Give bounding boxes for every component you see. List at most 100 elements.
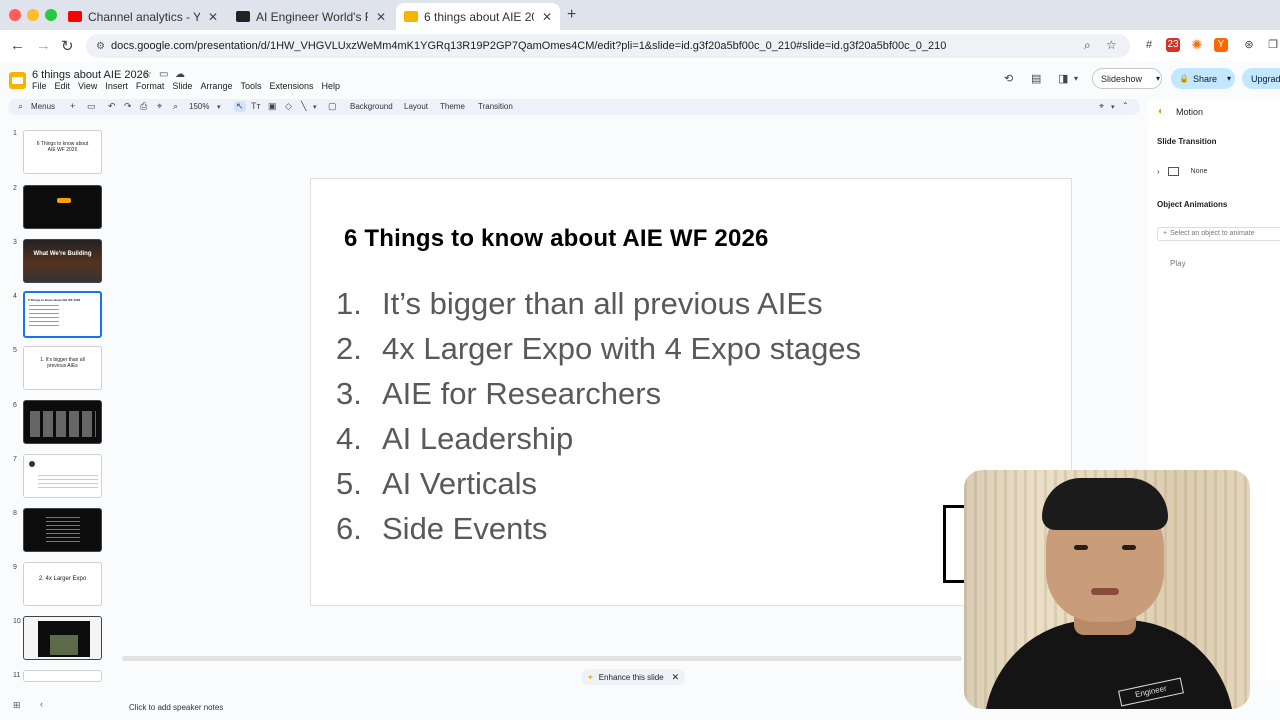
url-bar[interactable]: ⚙ docs.google.com/presentation/d/1HW_VHG… — [86, 34, 1130, 58]
play-button[interactable]: Play — [1170, 259, 1186, 268]
share-button[interactable]: 🔒 Share ▾ — [1171, 68, 1235, 89]
horizontal-scrollbar[interactable] — [122, 656, 962, 661]
version-history-icon[interactable]: ⟲ — [1004, 72, 1013, 85]
slide-thumbnail-11[interactable] — [23, 670, 102, 682]
menu-insert[interactable]: Insert — [105, 81, 128, 91]
list-item: 4. AI Leadership — [336, 421, 574, 456]
speaker-notes-field[interactable]: Click to add speaker notes — [129, 703, 223, 712]
menu-extensions[interactable]: Extensions — [269, 81, 313, 91]
chevron-right-icon[interactable]: › — [1157, 167, 1160, 176]
tab-close-icon[interactable]: ✕ — [542, 10, 552, 24]
menu-file[interactable]: File — [32, 81, 47, 91]
new-slide-icon[interactable]: + — [70, 101, 75, 111]
menu-edit[interactable]: Edit — [55, 81, 71, 91]
slide-thumbnail-7[interactable] — [23, 454, 102, 498]
collapse-filmstrip-icon[interactable]: ‹ — [40, 699, 43, 709]
image-icon[interactable]: ▣ — [268, 101, 277, 112]
collapse-menu-icon[interactable]: ⌃ — [1122, 101, 1129, 110]
slide-title[interactable]: 6 Things to know about AIE WF 2026 — [344, 225, 769, 253]
zoom-icon[interactable]: ⌕ — [173, 101, 178, 112]
google-slides-logo-icon[interactable] — [9, 72, 26, 89]
menu-tools[interactable]: Tools — [240, 81, 261, 91]
upgrade-button[interactable]: Upgrade — [1242, 68, 1280, 89]
print-icon[interactable]: ⎙ — [140, 101, 147, 112]
transition-button[interactable]: Transition — [478, 102, 513, 111]
theme-button[interactable]: Theme — [440, 102, 465, 111]
line-icon[interactable]: ╲ — [301, 101, 306, 112]
tab-youtube-analytics[interactable]: Channel analytics - YouTube Studio ✕ — [60, 3, 226, 30]
site-settings-icon[interactable]: ⚙ — [96, 41, 105, 52]
close-icon[interactable]: ✕ — [672, 672, 680, 683]
list-item: 6. Side Events — [336, 511, 548, 546]
maximize-window-button[interactable] — [45, 9, 57, 21]
redo-icon[interactable]: ↷ — [124, 101, 132, 112]
select-object-field[interactable]: + Select an object to animate — [1157, 227, 1280, 241]
meet-video-icon[interactable]: ◨ — [1058, 72, 1068, 85]
slideshow-button[interactable]: Slideshow ▾ — [1092, 68, 1162, 89]
webcam-person-mouth — [1091, 588, 1119, 595]
hashtag-extension-icon[interactable]: # — [1142, 38, 1156, 52]
bookmark-star-icon[interactable]: ☆ — [1106, 38, 1117, 52]
menu-arrange[interactable]: Arrange — [200, 81, 232, 91]
layout-button[interactable]: Layout — [404, 102, 428, 111]
tab-close-icon[interactable]: ✕ — [376, 10, 386, 24]
paint-format-icon[interactable]: ⌖ — [157, 101, 162, 112]
chevron-down-icon[interactable]: ▾ — [217, 103, 221, 111]
menu-help[interactable]: Help — [322, 81, 341, 91]
slide-thumbnail-8[interactable] — [23, 508, 102, 552]
openai-extension-icon[interactable]: ⊛ — [1242, 38, 1256, 52]
enhance-slide-chip[interactable]: ✦ Enhance this slide ✕ — [581, 669, 685, 685]
tab-ai-engineer-worlds-fair[interactable]: AI Engineer World's Fair 2026 ✕ — [228, 3, 394, 30]
youtube-icon — [68, 11, 82, 22]
close-window-button[interactable] — [9, 9, 21, 21]
tab-google-slides[interactable]: 6 things about AIE 2026 - Google Slides … — [396, 3, 560, 30]
menu-slide[interactable]: Slide — [172, 81, 192, 91]
slide-thumbnail-3[interactable]: What We're Building — [23, 239, 102, 283]
menu-view[interactable]: View — [78, 81, 97, 91]
undo-icon[interactable]: ↶ — [108, 101, 116, 112]
background-button[interactable]: Background — [350, 102, 393, 111]
grid-view-icon[interactable]: ⊞ — [13, 700, 21, 711]
move-folder-icon[interactable]: ▭ — [159, 69, 168, 80]
comment-add-icon[interactable]: ▢ — [328, 101, 337, 112]
slide-body-list[interactable]: 1. It’s bigger than all previous AIEs 2. 4… — [336, 281, 861, 551]
extensions-puzzle-icon[interactable]: ❐ — [1266, 38, 1280, 52]
select-cursor-icon[interactable]: ↖ — [234, 101, 246, 112]
current-slide[interactable]: 6 Things to know about AIE WF 2026 1. It’… — [310, 178, 1072, 606]
slide-thumbnail-10[interactable] — [23, 616, 102, 660]
forward-arrow-icon[interactable]: → — [36, 37, 51, 54]
pen-cursor-icon[interactable]: ⌖ — [1099, 101, 1104, 112]
document-title[interactable]: 6 things about AIE 2026 — [32, 69, 149, 81]
minimize-window-button[interactable] — [27, 9, 39, 21]
back-arrow-icon[interactable]: ← — [10, 37, 25, 54]
slide-thumbnail-5[interactable]: 1. It's bigger than all previous AIEs — [23, 346, 102, 390]
zoom-select[interactable]: 150% — [189, 102, 209, 111]
chevron-down-icon[interactable]: ▾ — [1156, 74, 1160, 83]
chevron-down-icon[interactable]: ▾ — [1227, 74, 1231, 83]
new-slide-layout-icon[interactable]: ▭ — [87, 101, 96, 112]
text-box-icon[interactable]: Tт — [251, 101, 261, 111]
search-menus-button[interactable]: Menus — [31, 102, 55, 111]
comments-icon[interactable]: ▤ — [1031, 72, 1041, 85]
chevron-down-icon[interactable]: ▾ — [313, 103, 317, 111]
menu-format[interactable]: Format — [136, 81, 165, 91]
shape-icon[interactable]: ◇ — [285, 101, 292, 112]
slide-thumbnail-6[interactable] — [23, 400, 102, 444]
new-tab-icon[interactable]: + — [567, 6, 576, 24]
extension-badge-icon[interactable]: 23 — [1166, 38, 1180, 52]
reload-icon[interactable]: ↻ — [61, 37, 74, 55]
star-icon[interactable]: ☆ — [143, 69, 152, 80]
transition-row[interactable]: › None — [1157, 167, 1207, 176]
slide-thumbnail-2[interactable] — [23, 185, 102, 229]
chevron-down-icon[interactable]: ▾ — [1074, 74, 1078, 83]
slide-thumbnail-9[interactable]: 2. 4x Larger Expo — [23, 562, 102, 606]
slide-thumbnail-4-selected[interactable]: 6 Things to know about AIE WF 2026 — [23, 291, 102, 338]
sparkle-extension-icon[interactable]: ✺ — [1190, 38, 1204, 52]
chevron-down-icon[interactable]: ▾ — [1111, 103, 1115, 111]
search-icon[interactable]: ⌕ — [18, 101, 23, 112]
slide-thumbnail-1[interactable]: 6 Things to know about AIE WF 2026 — [23, 130, 102, 174]
lock-icon: 🔒 — [1179, 74, 1189, 83]
ycombinator-extension-icon[interactable]: Y — [1214, 38, 1228, 52]
zoom-lens-icon[interactable]: ⌕ — [1084, 38, 1091, 53]
tab-close-icon[interactable]: ✕ — [208, 10, 218, 24]
